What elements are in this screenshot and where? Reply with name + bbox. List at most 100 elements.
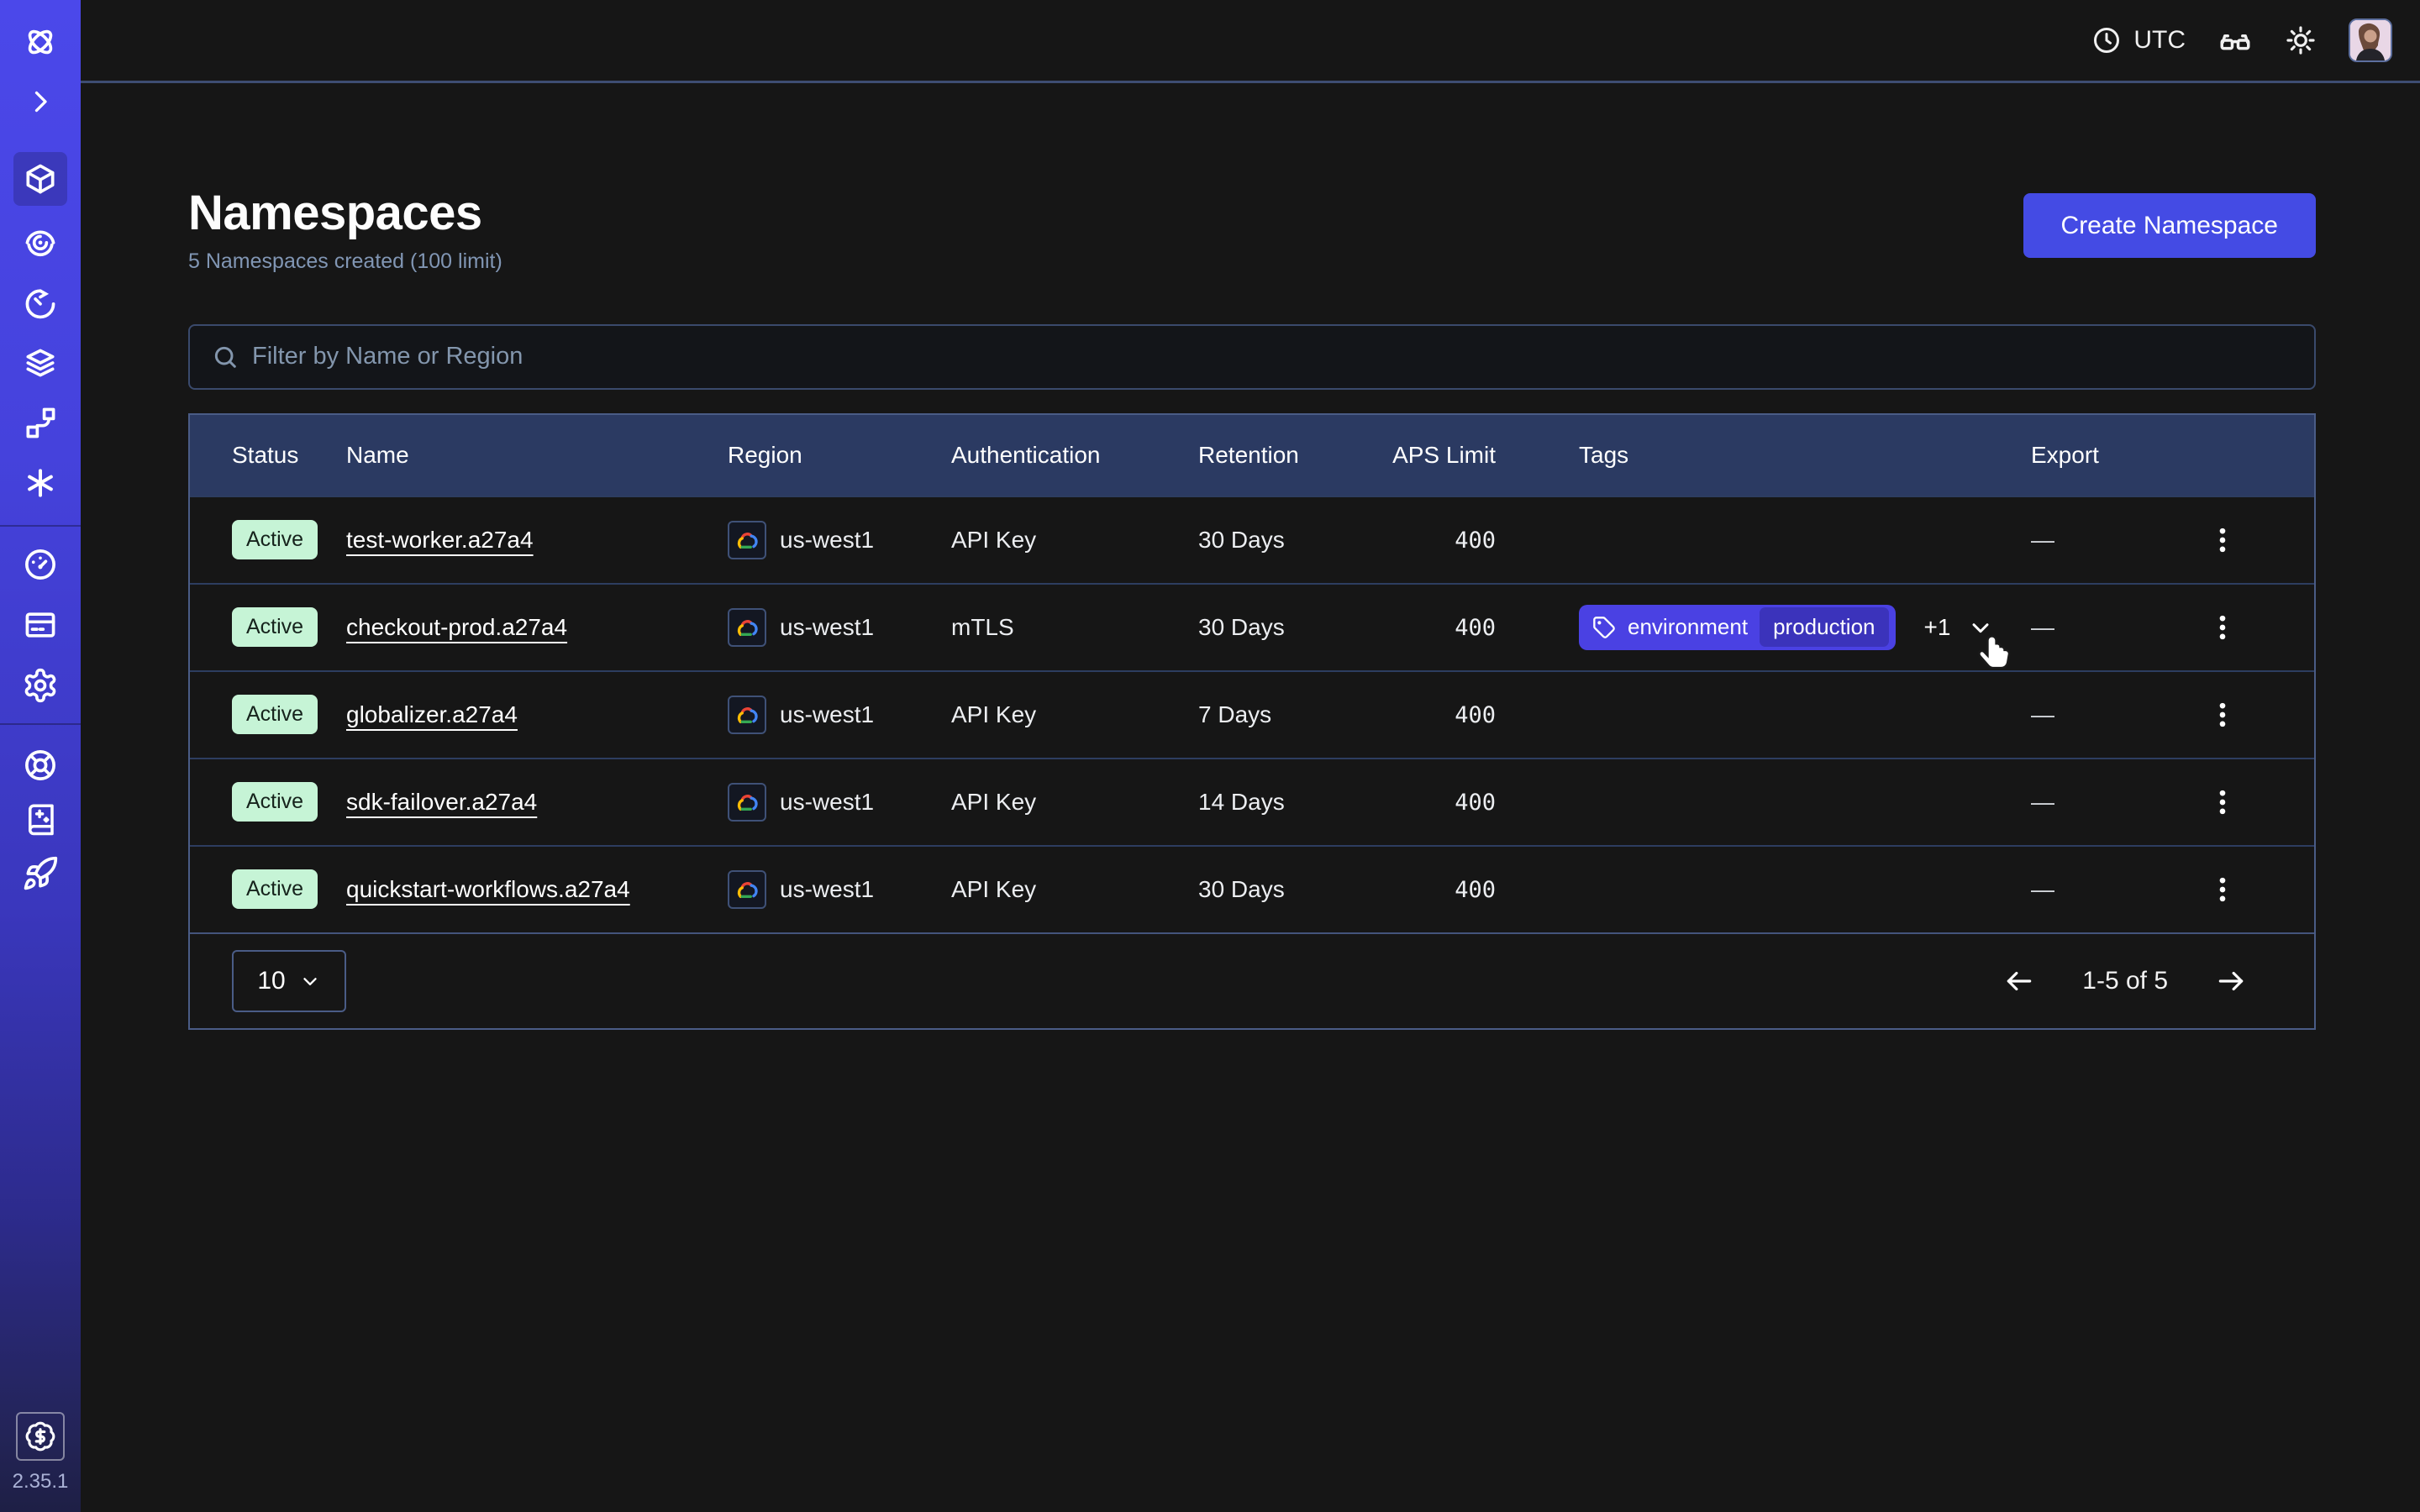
page-size-select[interactable]: 10: [232, 950, 346, 1012]
export-value: —: [2031, 701, 2054, 727]
tags-overflow-count: +1: [1924, 614, 1951, 641]
region-label: us-west1: [780, 527, 874, 554]
sidebar-item-batch-operations[interactable]: [22, 404, 59, 441]
col-header-region: Region: [728, 442, 951, 469]
gcp-icon: [728, 870, 766, 909]
auth-label: mTLS: [951, 614, 1198, 641]
sidebar-item-workflows[interactable]: [22, 223, 59, 260]
timezone-selector[interactable]: UTC: [2091, 25, 2186, 55]
sidebar-item-billing[interactable]: [22, 606, 59, 643]
batch-branch-icon: [22, 404, 59, 441]
filter-input[interactable]: [252, 326, 2314, 388]
billing-card-icon: [22, 606, 59, 643]
row-menu-button[interactable]: [2204, 518, 2241, 562]
region-label: us-west1: [780, 876, 874, 903]
version-label: 2.35.1: [0, 1470, 81, 1494]
namespace-link[interactable]: checkout-prod.a27a4: [346, 614, 567, 640]
labs-mode-button[interactable]: [2217, 23, 2253, 58]
main-content: Namespaces 5 Namespaces created (100 lim…: [81, 83, 2420, 1512]
page-header: Namespaces 5 Namespaces created (100 lim…: [188, 186, 2316, 274]
schedules-timer-icon: [22, 284, 59, 321]
sun-icon: [2285, 24, 2317, 56]
support-lifebuoy-icon: [22, 747, 59, 784]
kebab-icon: [2206, 784, 2239, 821]
sidebar-item-usage[interactable]: [22, 546, 59, 583]
tag-pill[interactable]: environment production: [1579, 605, 1896, 650]
credits-badge-dollar-icon: [24, 1420, 56, 1452]
deployments-layers-icon: [22, 344, 59, 381]
chevron-down-icon: [299, 970, 321, 992]
create-namespace-button[interactable]: Create Namespace: [2023, 193, 2316, 258]
col-header-export: Export: [2031, 442, 2156, 469]
gcp-icon: [728, 696, 766, 734]
temporal-logo[interactable]: [22, 24, 59, 60]
status-badge: Active: [232, 695, 318, 734]
search-icon: [212, 344, 239, 370]
sidebar-item-docs[interactable]: [22, 801, 59, 837]
workflows-eye-icon: [22, 223, 59, 260]
gcp-icon: [728, 783, 766, 822]
arrow-left-icon: [2003, 965, 2035, 997]
export-value: —: [2031, 527, 2054, 553]
col-header-status: Status: [190, 442, 346, 469]
namespace-link[interactable]: sdk-failover.a27a4: [346, 789, 537, 815]
region-label: us-west1: [780, 789, 874, 816]
sidebar-item-support[interactable]: [22, 747, 59, 784]
table-row: Active checkout-prod.a27a4 us-west1 mTLS: [190, 583, 2314, 670]
table-row: Active globalizer.a27a4 us-west1 API Key: [190, 670, 2314, 758]
aps-value: 400: [1455, 790, 1496, 816]
namespaces-cube-icon: [22, 160, 59, 197]
sidebar-item-deployments[interactable]: [22, 344, 59, 381]
retention-label: 30 Days: [1198, 876, 1392, 903]
glasses-icon: [2217, 23, 2253, 58]
sidebar-item-schedules[interactable]: [22, 284, 59, 321]
credits-button[interactable]: [16, 1412, 65, 1461]
status-badge: Active: [232, 520, 318, 559]
row-menu-button[interactable]: [2204, 868, 2241, 911]
col-header-name: Name: [346, 442, 728, 469]
next-page-button[interactable]: [2215, 965, 2247, 997]
export-value: —: [2031, 876, 2054, 902]
table-row: Active test-worker.a27a4 us-west1 API Ke…: [190, 496, 2314, 583]
namespace-link[interactable]: quickstart-workflows.a27a4: [346, 876, 630, 902]
avatar[interactable]: [2349, 18, 2392, 62]
timezone-label: UTC: [2133, 26, 2186, 55]
auth-label: API Key: [951, 876, 1198, 903]
retention-label: 14 Days: [1198, 789, 1392, 816]
docs-book-icon: [23, 801, 58, 837]
row-menu-button[interactable]: [2204, 606, 2241, 649]
topbar: UTC: [81, 0, 2420, 83]
kebab-icon: [2206, 522, 2239, 559]
sidebar-item-settings[interactable]: [22, 667, 59, 704]
retention-label: 7 Days: [1198, 701, 1392, 728]
table-footer: 10 1-5 of 5: [190, 932, 2314, 1028]
kebab-icon: [2206, 871, 2239, 908]
status-badge: Active: [232, 869, 318, 909]
previous-page-button[interactable]: [2003, 965, 2035, 997]
theme-toggle-button[interactable]: [2285, 24, 2317, 56]
sidebar-item-namespaces[interactable]: [22, 160, 59, 197]
gcp-icon: [728, 608, 766, 647]
settings-gear-icon: [22, 667, 59, 704]
sidebar-item-nexus[interactable]: [22, 465, 59, 501]
arrow-right-icon: [2215, 965, 2247, 997]
chevron-right-icon: [25, 87, 55, 117]
tags-expand-button[interactable]: [1967, 614, 1994, 641]
row-menu-button[interactable]: [2204, 780, 2241, 824]
region-label: us-west1: [780, 701, 874, 728]
auth-label: API Key: [951, 701, 1198, 728]
sidebar-expand-button[interactable]: [22, 83, 59, 120]
aps-value: 400: [1455, 702, 1496, 728]
aps-value: 400: [1455, 877, 1496, 903]
page-title: Namespaces: [188, 186, 502, 241]
namespace-link[interactable]: globalizer.a27a4: [346, 701, 518, 727]
tag-icon: [1592, 616, 1616, 639]
row-menu-button[interactable]: [2204, 693, 2241, 737]
kebab-icon: [2206, 609, 2239, 646]
table-header-row: Status Name Region Authentication Retent…: [190, 415, 2314, 496]
region-label: us-west1: [780, 614, 874, 641]
sidebar-item-getting-started[interactable]: [22, 855, 59, 892]
sidebar-divider: [0, 723, 81, 725]
namespace-link[interactable]: test-worker.a27a4: [346, 527, 534, 553]
retention-label: 30 Days: [1198, 614, 1392, 641]
